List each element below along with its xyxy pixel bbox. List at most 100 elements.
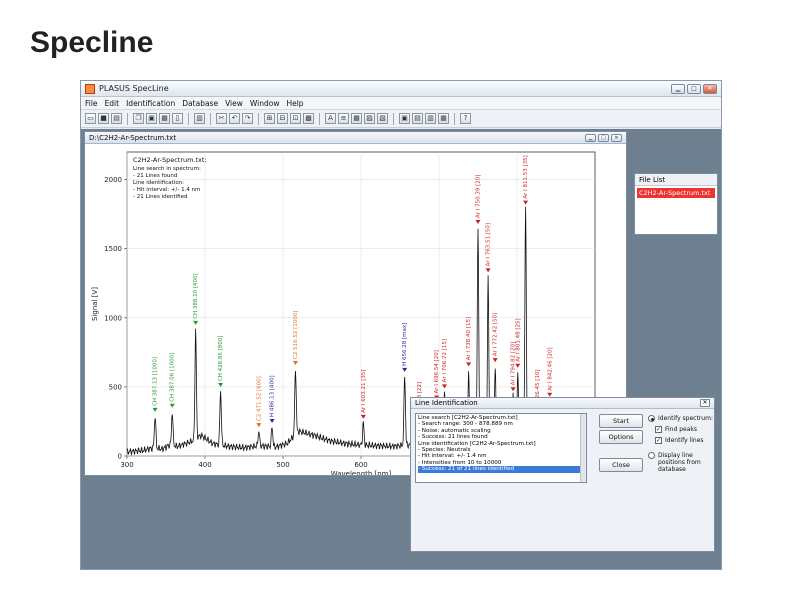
peak-label: H 486.13 [400] [270, 375, 276, 417]
maximize-button[interactable]: □ [687, 83, 701, 94]
peak-label: Ar I 750.39 [20] [476, 175, 482, 218]
display-positions-option[interactable]: Display line positions from database [648, 452, 712, 473]
app-titlebar: PLASUS SpecLine ▁ □ ✕ [81, 81, 721, 97]
peak-label: CH 387.06 [1000] [170, 353, 176, 402]
options-button[interactable]: Options [599, 430, 643, 444]
paste-icon[interactable]: ▣ [146, 113, 157, 124]
peak-label: Ar I 603.21 [35] [361, 369, 367, 412]
chart-annotation: C2H2-Ar-Spectrum.txt: [133, 156, 207, 164]
menu-view[interactable]: View [225, 99, 243, 108]
line-identification-dialog: Line Identification ✕ Line search [C2H2-… [410, 397, 715, 552]
file-list-item[interactable]: C2H2-Ar-Spectrum.txt [637, 188, 715, 198]
print-icon[interactable]: ▥ [194, 113, 205, 124]
cut-icon[interactable]: ✂ [216, 113, 227, 124]
open-icon[interactable]: ▭ [85, 113, 96, 124]
menu-database[interactable]: Database [182, 99, 218, 108]
peak-label: Ar I 801.48 [25] [515, 318, 521, 361]
x-axis-label: Wavelength [nm] [331, 470, 392, 475]
peak-label: CH 388.10 [400] [193, 273, 199, 319]
peak-label: Ar I 772.42 [50] [493, 313, 499, 356]
identify-lines-checkbox[interactable]: ✓ [655, 437, 662, 444]
menu-identification[interactable]: Identification [126, 99, 175, 108]
chart-annotation: - 21 Lines found [133, 173, 177, 179]
peak-label: Ar I 763.51 [50] [486, 223, 492, 266]
peak-label: C2 516.52 [1000] [293, 311, 299, 359]
page-heading: Specline [30, 26, 154, 59]
image3-icon[interactable]: ▥ [425, 113, 436, 124]
y-tick-label: 500 [109, 383, 122, 391]
line-id-titlebar: Line Identification ✕ [411, 398, 714, 409]
display-positions-label: Display line positions from database [658, 452, 701, 473]
dialog-close-icon[interactable]: ✕ [700, 399, 710, 407]
peak-label: Ar I 842.46 [20] [547, 347, 553, 390]
x-tick-label: 500 [276, 461, 289, 469]
peak-label: C2 471.52 [600] [256, 376, 262, 421]
x-tick-label: 400 [198, 461, 211, 469]
close-button[interactable]: ✕ [703, 83, 717, 94]
chart-icon[interactable]: ▨ [364, 113, 375, 124]
help-icon[interactable]: ? [460, 113, 471, 124]
page-icon[interactable]: ▯ [172, 113, 183, 124]
file-list-title: File List [635, 174, 717, 186]
menu-edit[interactable]: Edit [105, 99, 120, 108]
toolbar: ▭ ■ ▤ ❐ ▣ ▦ ▯ ▥ ✂ ↶ ↷ ⊞ ⊟ ⊡ ▩ A ≡ ▦ ▨ ▧ … [81, 110, 721, 128]
table-icon[interactable]: ▦ [351, 113, 362, 124]
grid-icon[interactable]: ⊡ [290, 113, 301, 124]
chart-annotation: Line identification: [133, 180, 184, 186]
clipboard-icon[interactable]: ▦ [159, 113, 170, 124]
peak-label: Ar I 696.54 [20] [434, 350, 440, 393]
chart-annotation: - 21 Lines identified [133, 194, 187, 200]
find-peaks-checkbox[interactable]: ✓ [655, 426, 662, 433]
peak-label: Ar I 811.53 [35] [523, 155, 529, 198]
zoom-icon[interactable]: ⊞ [264, 113, 275, 124]
identify-spectrum-radio[interactable] [648, 415, 655, 422]
image4-icon[interactable]: ▦ [438, 113, 449, 124]
text-icon[interactable]: A [325, 113, 336, 124]
redo-icon[interactable]: ↷ [242, 113, 253, 124]
log-scrollbar[interactable] [580, 414, 586, 482]
menubar: File Edit Identification Database View W… [81, 97, 721, 110]
menu-help[interactable]: Help [286, 99, 303, 108]
y-tick-label: 2000 [104, 176, 122, 184]
x-tick-label: 300 [120, 461, 133, 469]
chart-annotation: - Hit interval: +/- 1.4 nm [133, 187, 200, 193]
y-tick-label: 0 [118, 453, 122, 461]
identify-lines-option[interactable]: ✓ Identify lines [655, 437, 704, 444]
display-positions-radio[interactable] [648, 452, 655, 459]
start-button[interactable]: Start [599, 414, 643, 428]
layout-icon[interactable]: ⊟ [277, 113, 288, 124]
image-icon[interactable]: ▣ [399, 113, 410, 124]
peak-label: Ar I 706.72 [15] [442, 339, 448, 382]
child-minimize-button[interactable]: ▁ [585, 133, 596, 142]
undo-icon[interactable]: ↶ [229, 113, 240, 124]
y-axis-label: Signal [V] [91, 287, 99, 321]
app-logo-icon [85, 83, 95, 94]
find-peaks-option[interactable]: ✓ Find peaks [655, 426, 697, 433]
y-tick-label: 1500 [104, 245, 122, 253]
peak-label: H 656.28 [max] [402, 323, 408, 366]
find-peaks-label: Find peaks [665, 426, 697, 433]
peak-label: CH 428.85 [800] [218, 336, 224, 382]
tile-icon[interactable]: ▩ [303, 113, 314, 124]
peak-label: CH 387.13 [1000] [153, 357, 159, 406]
list-icon[interactable]: ≡ [338, 113, 349, 124]
child-close-button[interactable]: ✕ [611, 133, 622, 142]
folder-icon[interactable]: ▤ [111, 113, 122, 124]
minimize-button[interactable]: ▁ [671, 83, 685, 94]
app-title: PLASUS SpecLine [99, 84, 169, 93]
export-icon[interactable]: ▧ [377, 113, 388, 124]
spectrum-window-titlebar: D:\C2H2-Ar-Spectrum.txt ▁ □ ✕ [85, 132, 626, 144]
save-icon[interactable]: ■ [98, 113, 109, 124]
identify-spectrum-option[interactable]: Identify spectrum: [648, 415, 713, 422]
child-maximize-button[interactable]: □ [598, 133, 609, 142]
menu-file[interactable]: File [85, 99, 98, 108]
menu-window[interactable]: Window [250, 99, 280, 108]
peak-label: Ar I 738.40 [15] [466, 317, 472, 360]
log-list[interactable]: Line search [C2H2-Ar-Spectrum.txt] - Sea… [415, 413, 587, 483]
image2-icon[interactable]: ▤ [412, 113, 423, 124]
line-id-title: Line Identification [415, 399, 478, 407]
identify-spectrum-label: Identify spectrum: [658, 415, 713, 422]
dialog-close-button[interactable]: Close [599, 458, 643, 472]
copy-icon[interactable]: ❐ [133, 113, 144, 124]
log-line-selected[interactable]: - Success: 21 of 21 lines identified [418, 466, 584, 473]
